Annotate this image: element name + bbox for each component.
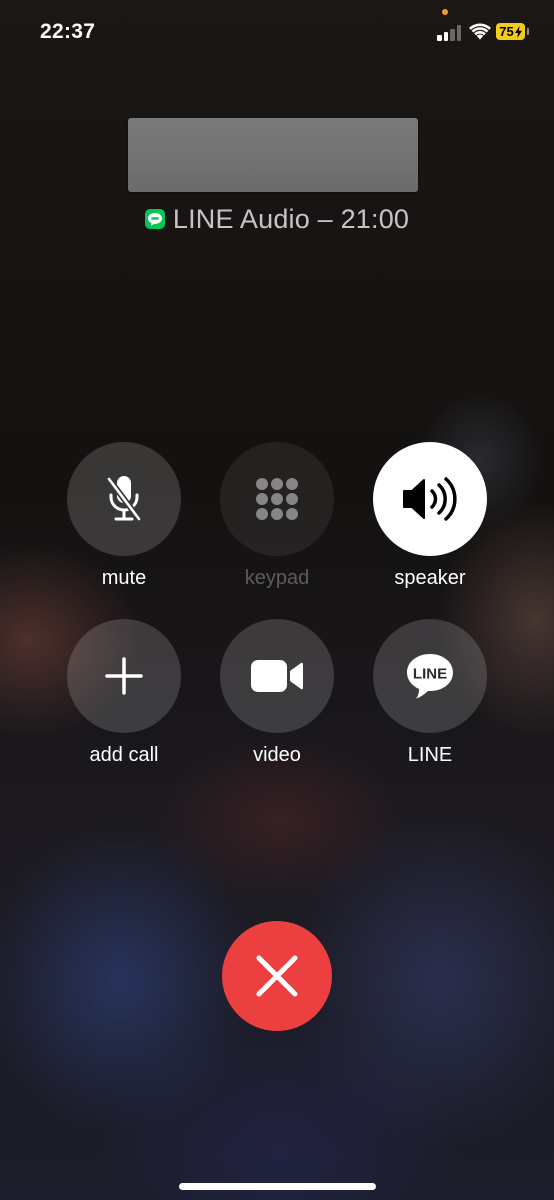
microphone-slash-icon [106, 476, 142, 522]
close-icon [256, 955, 298, 997]
battery-cap [527, 28, 529, 35]
home-indicator[interactable] [179, 1183, 376, 1190]
status-time: 22:37 [40, 20, 96, 43]
line-label: LINE [407, 744, 453, 766]
charging-bolt-icon [514, 25, 522, 38]
video-camera-icon [251, 660, 303, 692]
keypad-icon [256, 478, 298, 520]
add-call-label: add call [89, 744, 159, 766]
mute-control: mute [47, 442, 201, 590]
keypad-label: keypad [244, 567, 310, 589]
speaker-control: speaker [353, 442, 507, 590]
line-control: LINE LINE [353, 619, 507, 767]
video-control: video [200, 619, 354, 767]
caller-name-redacted [128, 118, 418, 192]
call-screen: 22:37 75 LINE Audio – 21:00 mute keypad … [0, 0, 554, 1200]
call-status-text: LINE Audio – 21:00 [172, 203, 410, 234]
line-logo-icon: LINE [407, 654, 453, 699]
mute-label: mute [101, 567, 147, 589]
line-app-icon [144, 209, 165, 229]
signal-icon [437, 25, 463, 41]
privacy-indicator-dot [442, 9, 448, 15]
battery-level: 75 [499, 24, 514, 39]
line-button[interactable]: LINE [373, 619, 487, 733]
mute-button[interactable] [67, 442, 181, 556]
end-call-button[interactable] [222, 921, 332, 1031]
speaker-label: speaker [394, 567, 466, 589]
line-logo-text: LINE [413, 666, 447, 683]
add-call-button[interactable] [67, 619, 181, 733]
keypad-button[interactable] [220, 442, 334, 556]
wifi-icon [469, 23, 491, 40]
video-label: video [253, 744, 301, 766]
add-call-control: add call [47, 619, 201, 767]
speaker-button[interactable] [373, 442, 487, 556]
battery-charging-icon: 75 [496, 23, 525, 40]
plus-icon [105, 657, 143, 695]
call-status: LINE Audio – 21:00 [0, 202, 554, 236]
speaker-icon [403, 477, 457, 521]
video-button[interactable] [220, 619, 334, 733]
keypad-control: keypad [200, 442, 354, 590]
